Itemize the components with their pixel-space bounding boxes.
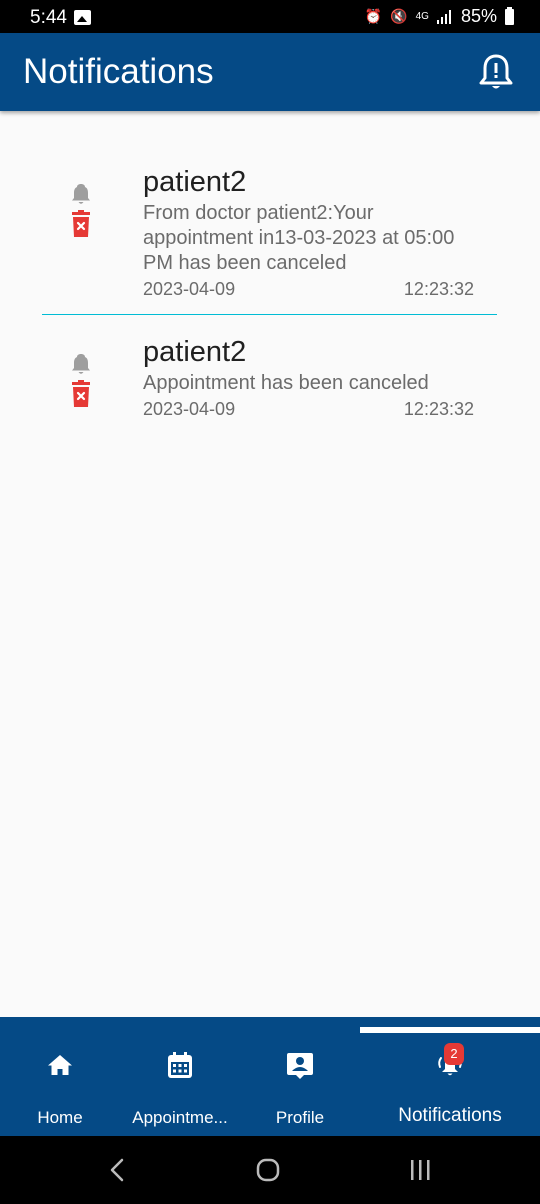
nav-label-home: Home <box>37 1108 83 1127</box>
nav-item-notifications[interactable]: 2 Notifications <box>360 1017 540 1136</box>
notification-item[interactable]: patient2 Appointment has been canceled 2… <box>42 335 497 435</box>
home-icon <box>48 1055 72 1075</box>
battery-percent: 85% <box>460 6 497 26</box>
calendar-icon <box>168 1052 192 1078</box>
notification-list: patient2 From doctor patient2:Your appoi… <box>42 150 497 435</box>
notification-alert-icon[interactable] <box>478 53 514 93</box>
notification-meta: 2023-04-09 12:23:32 <box>143 399 474 420</box>
notification-content: patient2 Appointment has been canceled 2… <box>143 335 474 420</box>
notification-content: patient2 From doctor patient2:Your appoi… <box>143 165 474 300</box>
nav-label-appointments: Appointme... <box>132 1108 228 1127</box>
nav-item-home[interactable]: Home <box>0 1017 120 1136</box>
delete-icon[interactable] <box>69 210 93 238</box>
notification-actions <box>69 182 93 238</box>
status-icons: ⏰ 🔇 4G 85% <box>365 6 514 27</box>
alarm-icon: ⏰ <box>364 8 383 24</box>
notification-title: patient2 <box>143 166 247 198</box>
notification-count-badge: 2 <box>444 1043 464 1065</box>
notification-message: From doctor patient2:Your appointment in… <box>143 202 455 274</box>
status-bar: 5:44 ⏰ 🔇 4G 85% <box>0 0 540 33</box>
system-navigation-bar <box>0 1136 540 1204</box>
image-icon <box>74 10 91 25</box>
nav-item-profile[interactable]: Profile <box>240 1017 360 1136</box>
network-4g-icon: 4G <box>415 10 429 22</box>
status-time: 5:44 <box>30 7 67 28</box>
notification-meta: 2023-04-09 12:23:32 <box>143 279 474 300</box>
notification-time: 12:23:32 <box>403 399 474 419</box>
notification-item[interactable]: patient2 From doctor patient2:Your appoi… <box>42 150 497 315</box>
mute-icon: 🔇 <box>390 8 408 24</box>
notification-time: 12:23:32 <box>403 279 474 299</box>
bottom-navigation: Home Appointme... Profile 2 Notification… <box>0 1017 540 1136</box>
back-icon[interactable] <box>107 1158 129 1182</box>
battery-icon <box>505 6 514 25</box>
signal-icon <box>436 9 451 24</box>
home-button-icon[interactable] <box>256 1158 280 1182</box>
notification-message: Appointment has been canceled <box>143 372 429 394</box>
recent-apps-icon[interactable] <box>408 1158 432 1182</box>
page-title: Notifications <box>23 52 214 91</box>
delete-icon[interactable] <box>69 380 93 408</box>
notification-date: 2023-04-09 <box>143 279 236 299</box>
notification-date: 2023-04-09 <box>143 399 236 419</box>
app-bar: Notifications <box>0 33 540 111</box>
notification-actions <box>69 352 93 408</box>
profile-icon <box>287 1053 313 1079</box>
bell-icon[interactable] <box>69 182 93 206</box>
bell-icon[interactable] <box>69 352 93 376</box>
notification-title: patient2 <box>143 336 247 368</box>
nav-label-notifications: Notifications <box>398 1105 502 1126</box>
nav-item-appointments[interactable]: Appointme... <box>120 1017 240 1136</box>
nav-label-profile: Profile <box>275 1108 325 1127</box>
